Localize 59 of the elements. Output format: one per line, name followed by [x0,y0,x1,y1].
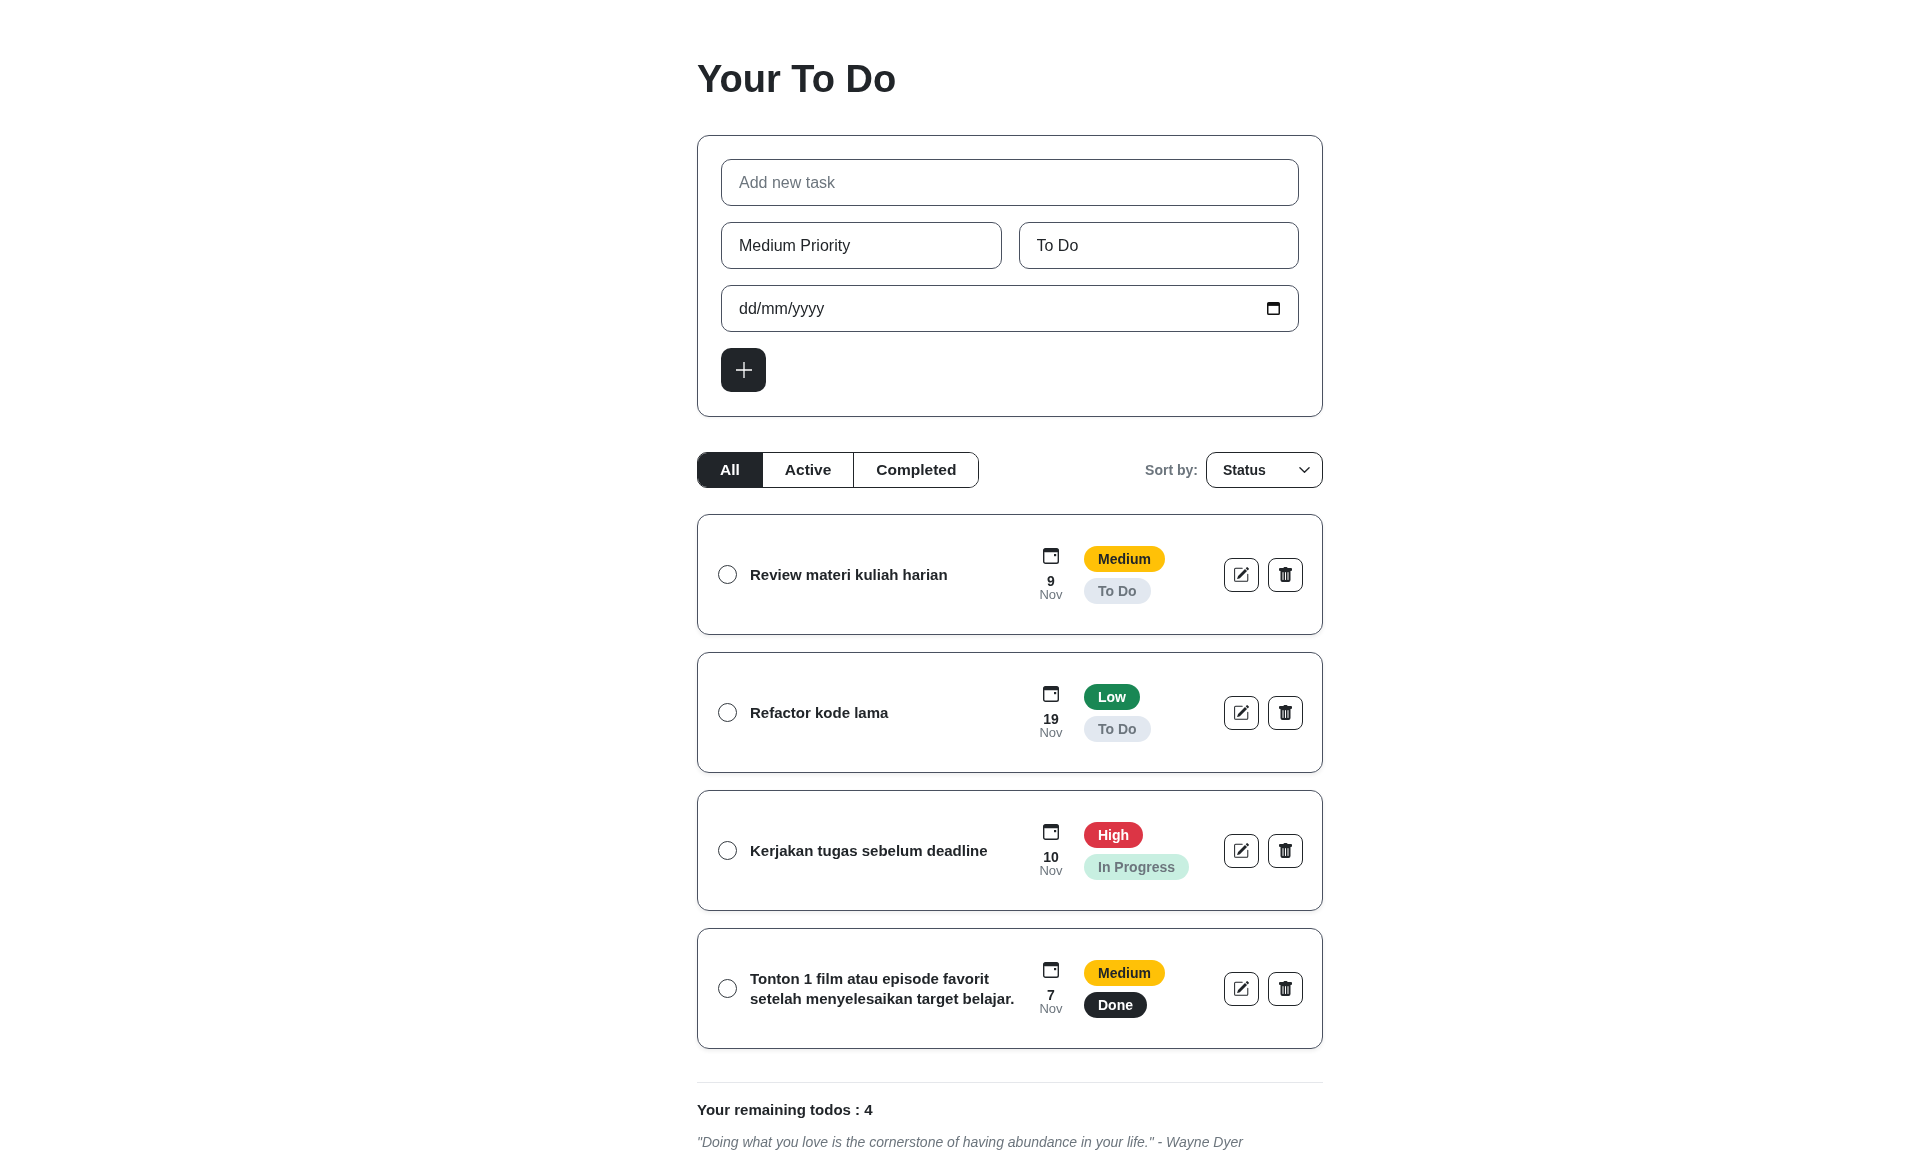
trash-icon [1279,704,1292,721]
calendar-icon[interactable] [1267,302,1280,315]
task-text: Refactor kode lama [750,703,889,721]
edit-icon [1234,567,1249,582]
task-radio[interactable] [718,841,737,860]
calendar-icon [1043,823,1059,840]
priority-badge: Medium [1084,545,1165,572]
edit-icon [1234,843,1249,858]
plus-icon [735,362,752,378]
edit-icon [1234,705,1249,720]
status-badge: To Do [1084,715,1151,742]
task-radio[interactable] [718,703,737,722]
status-badge: To Do [1084,577,1151,604]
page-title: Your To Do [697,57,898,102]
edit-button[interactable] [1224,833,1259,868]
task-radio[interactable] [718,565,737,584]
edit-button[interactable] [1224,557,1259,592]
priority-dropdown[interactable]: Medium Priority [721,222,1002,269]
filter-tab[interactable]: All [698,453,762,487]
trash-icon [1279,842,1292,859]
delete-button[interactable] [1268,557,1303,592]
trash-icon [1279,980,1292,997]
status-badge: In Progress [1084,853,1190,880]
due-day: 10 [1043,849,1059,864]
due-day: 9 [1047,573,1055,588]
sort-label: Sort by: [1145,462,1198,478]
priority-badge: High [1084,821,1144,848]
calendar-icon [1043,961,1059,978]
priority-badge: Medium [1084,959,1165,986]
chevron-icon [1299,467,1310,473]
task-text: Tonton 1 film atau episode favorit setelah menyelesaikan target belajar. [750,969,1015,1007]
sort-dropdown[interactable]: Status [1206,452,1323,488]
delete-button[interactable] [1268,971,1303,1006]
status-badge: Done [1084,991,1147,1018]
priority-badge: Low [1084,683,1140,710]
due-month: Nov [1039,863,1063,878]
edit-button[interactable] [1224,695,1259,730]
filter-tab[interactable]: Completed [853,453,979,487]
remaining-count: Your remaining todos : 4 [697,1100,874,1120]
task-input[interactable]: Add new task [721,159,1299,206]
edit-button[interactable] [1224,971,1259,1006]
edit-icon [1234,981,1249,996]
task-text: Kerjakan tugas sebelum deadline [750,841,988,859]
date-input[interactable]: dd/mm/yyyy [721,285,1299,332]
delete-button[interactable] [1268,695,1303,730]
due-month: Nov [1039,587,1063,602]
quote-text: "Doing what you love is the cornerstone of having abundance in your life." - Wayne Dyer [697,1133,1245,1152]
calendar-icon [1043,547,1059,564]
due-month: Nov [1039,1001,1063,1016]
task-radio[interactable] [718,979,737,998]
delete-button[interactable] [1268,833,1303,868]
trash-icon [1279,566,1292,583]
task-text: Review materi kuliah harian [750,565,948,583]
add-button[interactable] [721,348,766,392]
calendar-icon [1043,685,1059,702]
due-day: 19 [1043,711,1059,726]
due-month: Nov [1039,725,1063,740]
state-dropdown[interactable]: To Do [1018,222,1299,269]
due-day: 7 [1047,987,1055,1002]
